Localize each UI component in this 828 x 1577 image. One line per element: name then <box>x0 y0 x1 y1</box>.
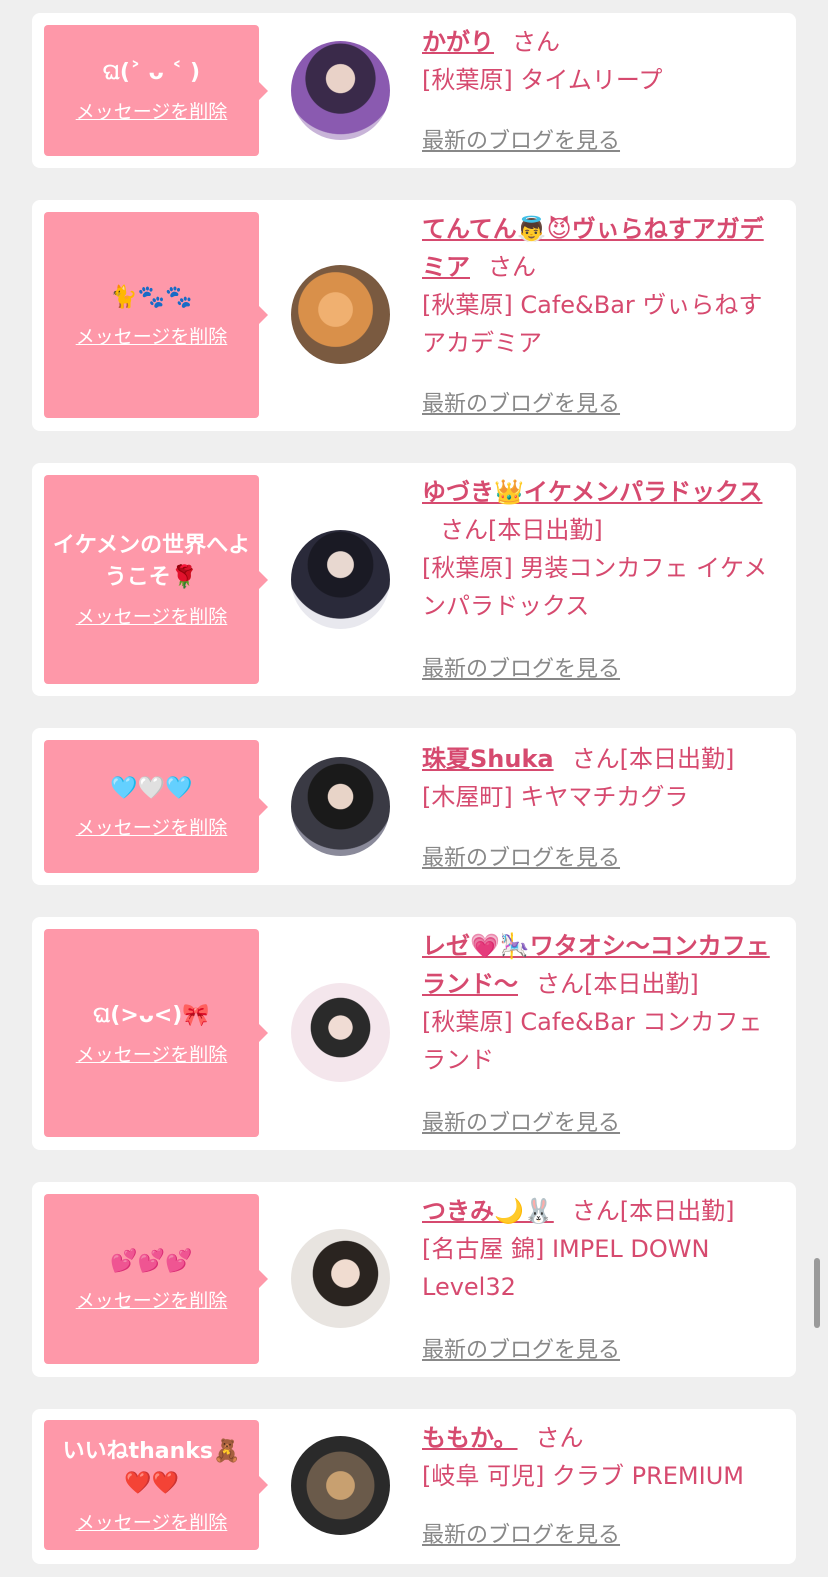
honorific: さん <box>440 516 488 544</box>
profile-info: てんてん👼😈ヴぃらねすアガデミア さん [秋葉原] Cafe&Bar ヴぃらねすア… <box>422 210 782 362</box>
delete-message-link[interactable]: メッセージを削除 <box>76 1508 228 1535</box>
message-bubble: ଘ(˃ ᴗ ˂ ) メッセージを削除 <box>44 25 268 156</box>
message-card: 🩵🤍🩵 メッセージを削除 珠夏Shuka さん[本日出勤] [木屋町] キヤマチカ… <box>32 728 796 885</box>
cast-name-link[interactable]: つきみ🌙🐰 <box>422 1197 554 1225</box>
message-bubble: 🐈🐾🐾 メッセージを削除 <box>44 212 268 418</box>
shop-name: [秋葉原] Cafe&Bar コンカフェランド <box>422 1008 763 1074</box>
on-duty-badge: [本日出勤] <box>619 1197 735 1225</box>
shop-name: [秋葉原] 男装コンカフェ イケメンパラドックス <box>422 554 768 620</box>
profile-info: レゼ💗🎠ワタオシ〜コンカフェランド〜 さん[本日出勤] [秋葉原] Cafe&Ba… <box>422 927 782 1079</box>
honorific: さん <box>571 745 620 773</box>
message-bubble: イケメンの世界へようこそ🌹 メッセージを削除 <box>44 475 268 684</box>
message-card: いいねthanks🧸❤️❤️ メッセージを削除 ももか。 さん [岐阜 可児] ク… <box>32 1409 796 1564</box>
name-line: かがり さん <box>422 23 782 61</box>
avatar[interactable] <box>291 757 390 856</box>
delete-message-link[interactable]: メッセージを削除 <box>76 97 228 124</box>
cast-name-link[interactable]: ゆづき👑イケメンパラドックス <box>422 478 762 506</box>
shop-name: [木屋町] キヤマチカグラ <box>422 783 689 811</box>
on-duty-badge: [本日出勤] <box>584 970 699 998</box>
latest-blog-link[interactable]: 最新のブログを見る <box>422 123 620 155</box>
message-text: 🩵🤍🩵 <box>110 776 193 801</box>
latest-blog-link[interactable]: 最新のブログを見る <box>422 1105 620 1137</box>
honorific: さん <box>571 1197 620 1225</box>
name-line: つきみ🌙🐰 さん[本日出勤] <box>422 1192 782 1230</box>
cast-name-link[interactable]: 珠夏Shuka <box>422 745 554 773</box>
scrollbar[interactable] <box>814 1258 820 1328</box>
profile-info: ゆづき👑イケメンパラドックスさん[本日出勤] [秋葉原] 男装コンカフェ イケメ… <box>422 473 782 625</box>
profile-info: つきみ🌙🐰 さん[本日出勤] [名古屋 錦] IMPEL DOWN Level32 <box>422 1192 782 1306</box>
message-bubble: いいねthanks🧸❤️❤️ メッセージを削除 <box>44 1420 268 1550</box>
latest-blog-link[interactable]: 最新のブログを見る <box>422 386 620 418</box>
name-line: レゼ💗🎠ワタオシ〜コンカフェランド〜 さん[本日出勤] <box>422 927 782 1003</box>
message-bubble: ଘ(>ᴗ<)🎀 メッセージを削除 <box>44 929 268 1137</box>
name-line: 珠夏Shuka さん[本日出勤] <box>422 740 782 778</box>
avatar[interactable] <box>291 1229 390 1328</box>
profile-info: 珠夏Shuka さん[本日出勤] [木屋町] キヤマチカグラ <box>422 740 782 816</box>
shop-name: [秋葉原] タイムリープ <box>422 66 663 94</box>
delete-message-link[interactable]: メッセージを削除 <box>76 813 228 840</box>
shop-name: [秋葉原] Cafe&Bar ヴぃらねすアカデミア <box>422 291 763 357</box>
message-text: いいねthanks🧸❤️❤️ <box>62 1438 241 1496</box>
delete-message-link[interactable]: メッセージを削除 <box>76 1040 228 1067</box>
avatar[interactable] <box>291 265 390 364</box>
avatar[interactable] <box>291 1436 390 1535</box>
latest-blog-link[interactable]: 最新のブログを見る <box>422 1517 620 1549</box>
honorific: さん <box>535 1424 584 1452</box>
message-card: 💕💕💕 メッセージを削除 つきみ🌙🐰 さん[本日出勤] [名古屋 錦] IMPEL… <box>32 1182 796 1377</box>
profile-info: ももか。 さん [岐阜 可児] クラブ PREMIUM <box>422 1419 782 1495</box>
honorific: さん <box>512 28 560 56</box>
avatar[interactable] <box>291 41 390 140</box>
name-line: ももか。 さん <box>422 1419 782 1457</box>
message-bubble: 💕💕💕 メッセージを削除 <box>44 1194 268 1364</box>
shop-name: [名古屋 錦] IMPEL DOWN Level32 <box>422 1235 710 1301</box>
message-text: ଘ(˃ ᴗ ˂ ) <box>102 60 201 85</box>
latest-blog-link[interactable]: 最新のブログを見る <box>422 1332 620 1364</box>
message-text: イケメンの世界へようこそ🌹 <box>52 533 251 590</box>
message-card: イケメンの世界へようこそ🌹 メッセージを削除 ゆづき👑イケメンパラドックスさん[… <box>32 463 796 696</box>
message-card: ଘ(>ᴗ<)🎀 メッセージを削除 レゼ💗🎠ワタオシ〜コンカフェランド〜 さん[本日… <box>32 917 796 1150</box>
cast-name-link[interactable]: ももか。 <box>422 1424 518 1452</box>
cast-name-link[interactable]: かがり <box>422 28 494 56</box>
honorific: さん <box>536 970 584 998</box>
honorific: さん <box>488 253 536 281</box>
avatar[interactable] <box>291 530 390 629</box>
message-text: 💕💕💕 <box>110 1248 193 1274</box>
message-card: 🐈🐾🐾 メッセージを削除 てんてん👼😈ヴぃらねすアガデミア さん [秋葉原] Ca… <box>32 200 796 431</box>
message-text: 🐈🐾🐾 <box>110 284 193 310</box>
message-card: ଘ(˃ ᴗ ˂ ) メッセージを削除 かがり さん [秋葉原] タイムリープ 最新… <box>32 13 796 168</box>
delete-message-link[interactable]: メッセージを削除 <box>76 1286 228 1313</box>
delete-message-link[interactable]: メッセージを削除 <box>76 322 228 349</box>
profile-info: かがり さん [秋葉原] タイムリープ <box>422 23 782 99</box>
shop-name: [岐阜 可児] クラブ PREMIUM <box>422 1462 744 1490</box>
avatar[interactable] <box>291 983 390 1082</box>
on-duty-badge: [本日出勤] <box>619 745 735 773</box>
delete-message-link[interactable]: メッセージを削除 <box>76 602 228 629</box>
latest-blog-link[interactable]: 最新のブログを見る <box>422 840 620 872</box>
message-bubble: 🩵🤍🩵 メッセージを削除 <box>44 740 268 873</box>
message-text: ଘ(>ᴗ<)🎀 <box>93 1002 210 1028</box>
cast-name-link[interactable]: てんてん👼😈ヴぃらねすアガデミア <box>422 215 764 281</box>
name-line: ゆづき👑イケメンパラドックスさん[本日出勤] <box>422 473 782 549</box>
on-duty-badge: [本日出勤] <box>488 516 603 544</box>
latest-blog-link[interactable]: 最新のブログを見る <box>422 651 620 683</box>
name-line: てんてん👼😈ヴぃらねすアガデミア さん <box>422 210 782 286</box>
